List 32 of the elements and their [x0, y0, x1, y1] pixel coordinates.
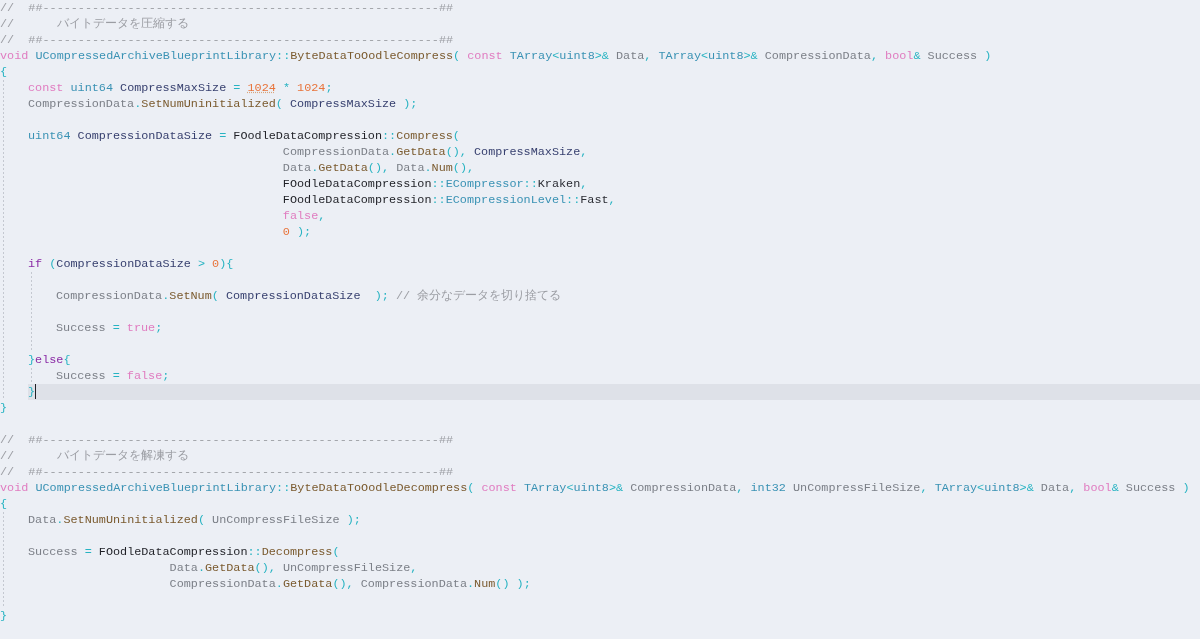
- code-line: // ##--------------------------------------------------------##: [0, 33, 454, 47]
- code-line: {: [0, 497, 8, 511]
- code-line: FOodleDataCompression::ECompressionLevel::Fast,: [281, 193, 616, 207]
- code-line: }: [0, 609, 8, 623]
- code-line: {: [0, 65, 8, 79]
- code-line: Success = FOodleDataCompression::Decompress(: [28, 545, 340, 559]
- code-line: false,: [281, 209, 326, 223]
- code-line: void UCompressedArchiveBlueprintLibrary::ByteDataToOodleDecompress( const TArray<uint8>& CompressionData, int32 UnCompressFileSize, TArray<uint8>& Data, bool& Success ): [0, 481, 1190, 495]
- code-line: 0 );: [281, 225, 312, 239]
- code-line: if (CompressionDataSize > 0){: [28, 257, 234, 271]
- code-line: // バイトデータを解凍する: [0, 449, 189, 463]
- code-line: CompressionData.SetNumUninitialized( CompressMaxSize );: [28, 97, 418, 111]
- code-line: CompressionData.GetData(), CompressMaxSize,: [281, 145, 588, 159]
- code-line: }: [28, 385, 36, 399]
- code-line: void UCompressedArchiveBlueprintLibrary::ByteDataToOodleCompress( const TArray<uint8>& Data, TArray<uint8>& CompressionData, bool& Success ): [0, 49, 992, 63]
- code-line: // バイトデータを圧縮する: [0, 17, 189, 31]
- code-line: CompressionData.GetData(), CompressionData.Num() );: [168, 577, 531, 591]
- code-line: CompressionData.SetNum( CompressionDataSize ); // 余分なデータを切り捨てる: [56, 289, 562, 303]
- code-line: Data.GetData(), Data.Num(),: [281, 161, 475, 175]
- code-line: }else{: [28, 353, 71, 367]
- code-line: uint64 CompressionDataSize = FOodleDataCompression::Compress(: [28, 129, 460, 143]
- code-line: const uint64 CompressMaxSize = 1024 * 1024;: [28, 81, 333, 95]
- code-line: // ##--------------------------------------------------------##: [0, 433, 454, 447]
- code-line: Data.SetNumUninitialized( UnCompressFileSize );: [28, 513, 361, 527]
- code-line: Success = true;: [56, 321, 163, 335]
- code-line: FOodleDataCompression::ECompressor::Kraken,: [281, 177, 588, 191]
- code-line: // ##--------------------------------------------------------##: [0, 1, 454, 15]
- code-line: Success = false;: [56, 369, 170, 383]
- code-line: }: [0, 401, 8, 415]
- text-cursor: [35, 384, 37, 399]
- code-line: Data.GetData(), UnCompressFileSize,: [168, 561, 418, 575]
- code-line: // ##--------------------------------------------------------##: [0, 465, 454, 479]
